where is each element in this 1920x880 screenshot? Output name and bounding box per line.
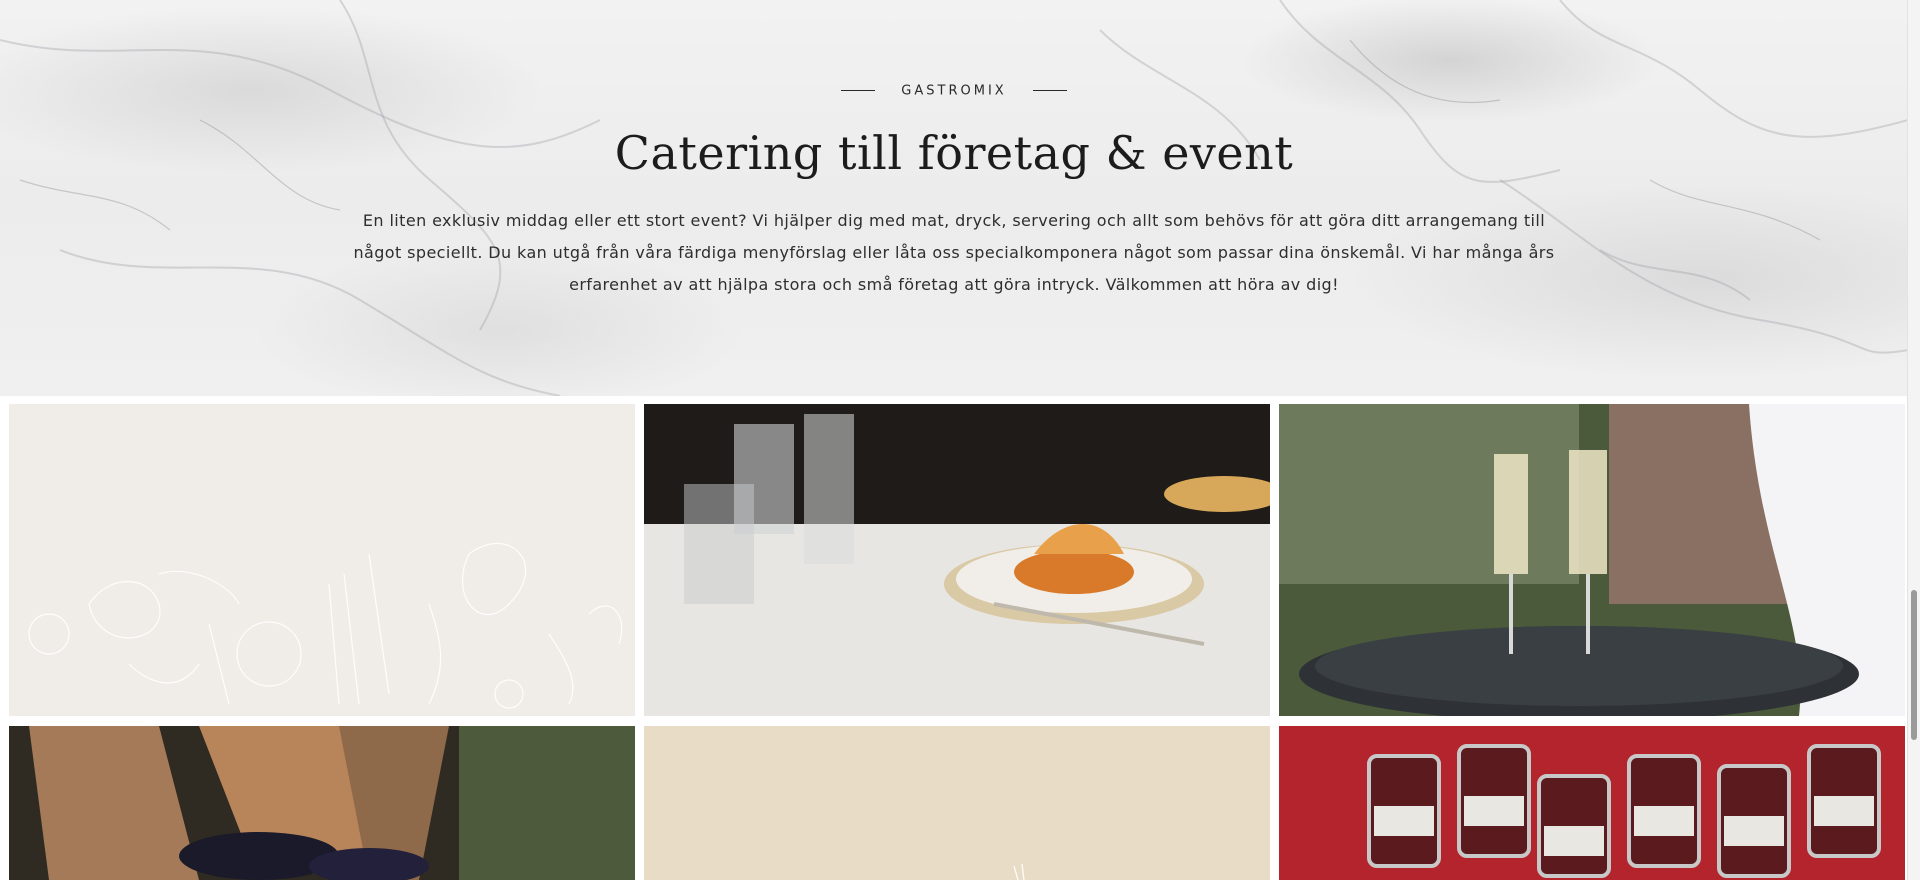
gallery-tile-beige[interactable] — [644, 726, 1270, 880]
hero-section: GASTROMIX Catering till företag & event … — [0, 0, 1908, 396]
eyebrow: GASTROMIX — [0, 82, 1908, 100]
eyebrow-rule-right — [1033, 90, 1068, 92]
jam-jars-photo — [1279, 726, 1905, 880]
beige-illustration — [1013, 863, 1025, 880]
gallery-tile-dessert[interactable] — [9, 726, 635, 880]
scrollbar-thumb[interactable] — [1911, 590, 1917, 740]
dessert-photo — [9, 726, 635, 880]
champagne-tray-photo — [1279, 404, 1905, 716]
page-scrollbar[interactable] — [1907, 0, 1920, 880]
page-title: Catering till företag & event — [614, 126, 1294, 180]
marble-texture — [0, 0, 1908, 396]
plated-dinner-photo — [644, 404, 1270, 716]
eyebrow-label: GASTROMIX — [901, 83, 1007, 99]
gallery-tile-champagne[interactable] — [1279, 404, 1905, 716]
eyebrow-rule-left — [840, 90, 875, 92]
gallery-tile-plated-dinner[interactable] — [644, 404, 1270, 716]
food-line-art-illustration — [28, 542, 623, 709]
gallery-tile-illustration[interactable] — [9, 404, 635, 716]
gallery-tile-jam-jars[interactable] — [1279, 726, 1905, 880]
hero-description: En liten exklusiv middag eller ett stort… — [353, 211, 1555, 294]
